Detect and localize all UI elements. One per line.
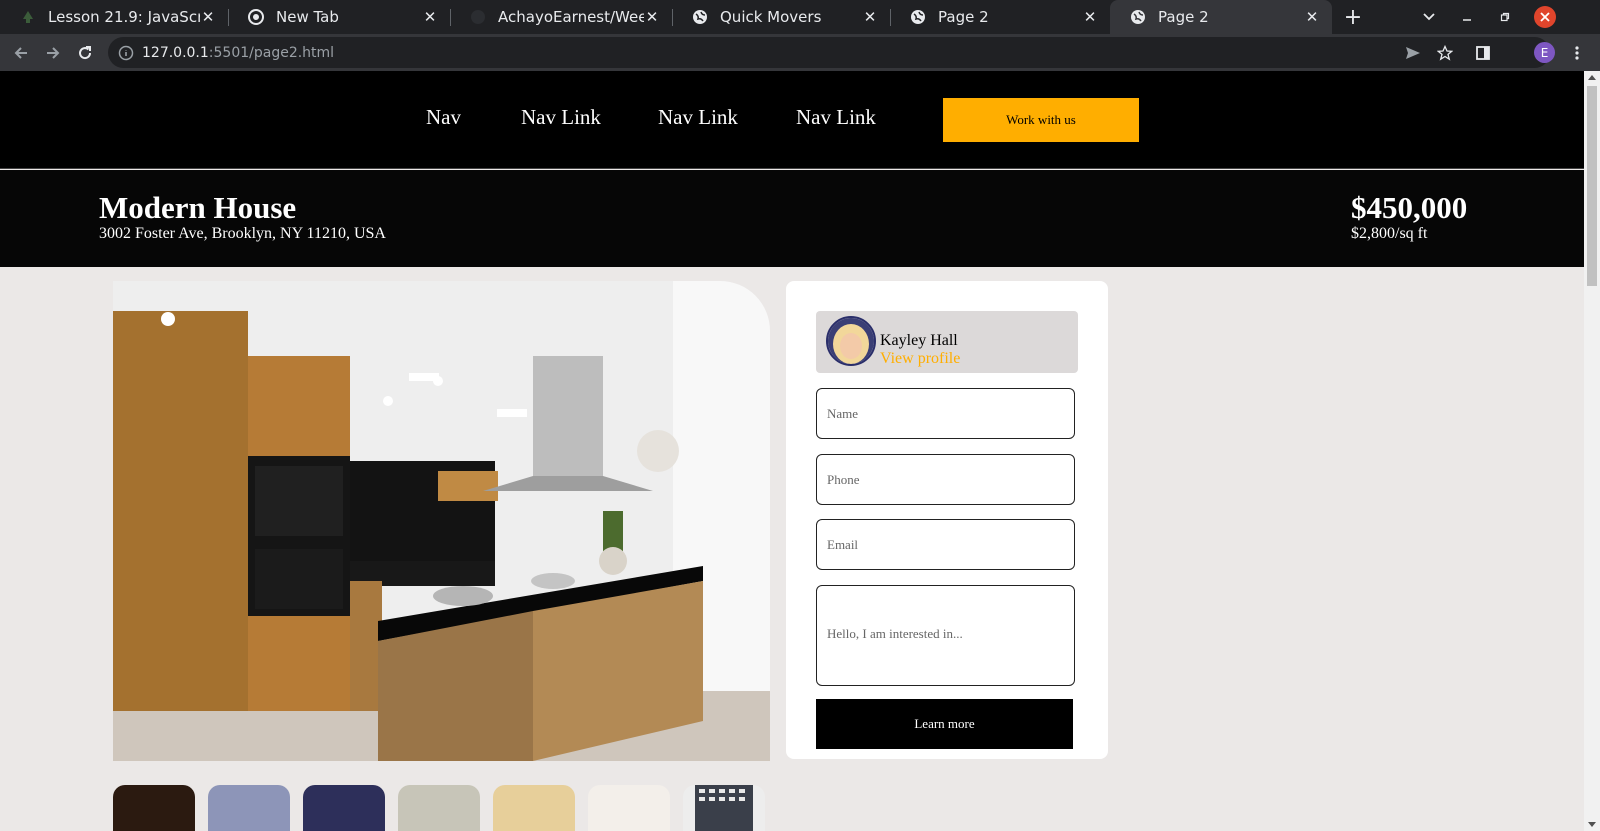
listing-header: Modern House 3002 Foster Ave, Brooklyn, … bbox=[0, 170, 1584, 267]
agent-avatar[interactable] bbox=[826, 316, 876, 366]
tab-search-chevron-icon[interactable] bbox=[1410, 0, 1448, 34]
page-scrollbar[interactable] bbox=[1584, 71, 1600, 831]
kitchen-photo-illustration bbox=[113, 281, 770, 761]
gallery-thumbnail[interactable] bbox=[208, 785, 290, 831]
tree-favicon-icon bbox=[20, 9, 36, 25]
gallery-thumbnail[interactable] bbox=[588, 785, 670, 831]
new-tab-plus-icon[interactable]: + bbox=[1334, 0, 1372, 34]
browser-tab-new-tab[interactable]: New Tab ✕ bbox=[228, 0, 450, 34]
page-viewport: Nav Nav Link Nav Link Nav Link Work with… bbox=[0, 71, 1584, 831]
kebab-menu-icon[interactable] bbox=[1562, 38, 1592, 68]
browser-tab-page2[interactable]: Page 2 ✕ bbox=[890, 0, 1110, 34]
nav-link[interactable]: Nav Link bbox=[796, 105, 876, 130]
email-field[interactable] bbox=[816, 519, 1075, 570]
scrollbar-thumb[interactable] bbox=[1587, 86, 1597, 286]
gallery-thumbnail[interactable] bbox=[398, 785, 480, 831]
view-profile-link[interactable]: View profile bbox=[880, 350, 960, 368]
gallery-thumbnail[interactable] bbox=[683, 785, 765, 831]
price-per-sqft: $2,800/sq ft bbox=[1351, 225, 1428, 242]
tab-title: Lesson 21.9: JavaScript bbox=[48, 8, 200, 26]
url-host: 127.0.0.1 bbox=[142, 44, 209, 61]
minimize-icon[interactable] bbox=[1448, 0, 1486, 34]
listing-address: 3002 Foster Ave, Brooklyn, NY 11210, USA bbox=[99, 225, 386, 242]
gallery-thumbnail[interactable] bbox=[493, 785, 575, 831]
tab-title: Page 2 bbox=[938, 8, 989, 26]
chrome-icon bbox=[248, 9, 264, 25]
url-text: 127.0.0.1:5501/page2.html bbox=[142, 45, 334, 61]
site-info-icon[interactable] bbox=[118, 45, 134, 61]
message-field[interactable] bbox=[816, 585, 1075, 686]
restore-icon[interactable] bbox=[1486, 0, 1524, 34]
nav-link[interactable]: Nav Link bbox=[658, 105, 738, 130]
send-icon[interactable] bbox=[1398, 38, 1428, 68]
close-icon[interactable]: ✕ bbox=[422, 8, 438, 26]
agent-name: Kayley Hall bbox=[880, 332, 958, 349]
browser-tab-quick-movers[interactable]: Quick Movers ✕ bbox=[672, 0, 890, 34]
gallery-thumbnail[interactable] bbox=[113, 785, 195, 831]
close-icon[interactable]: ✕ bbox=[862, 8, 878, 26]
url-path: :5501/page2.html bbox=[208, 44, 335, 61]
listing-title: Modern House bbox=[99, 190, 297, 225]
bookmark-star-icon[interactable] bbox=[1430, 38, 1460, 68]
globe-icon bbox=[692, 9, 708, 25]
browser-tab-lesson[interactable]: Lesson 21.9: JavaScript ✕ bbox=[0, 0, 228, 34]
phone-field[interactable] bbox=[816, 454, 1075, 505]
nav-link[interactable]: Nav Link bbox=[521, 105, 601, 130]
contact-agent-card: Kayley Hall View profile Learn more bbox=[786, 281, 1108, 759]
tab-title: AchayoEarnest/Week-2 bbox=[498, 8, 644, 26]
browser-toolbar: 127.0.0.1:5501/page2.html E bbox=[0, 34, 1600, 71]
close-window-icon[interactable] bbox=[1526, 0, 1564, 34]
close-icon[interactable]: ✕ bbox=[1304, 8, 1320, 26]
agent-summary: Kayley Hall View profile bbox=[816, 311, 1078, 373]
gallery-thumbnail[interactable] bbox=[303, 785, 385, 831]
browser-tab-page2-active[interactable]: Page 2 ✕ bbox=[1110, 0, 1332, 34]
close-icon[interactable]: ✕ bbox=[1082, 8, 1098, 26]
tab-title: New Tab bbox=[276, 8, 339, 26]
github-icon bbox=[470, 9, 486, 25]
globe-icon bbox=[910, 9, 926, 25]
reload-icon[interactable] bbox=[70, 38, 100, 68]
site-navbar: Nav Nav Link Nav Link Nav Link Work with… bbox=[0, 71, 1584, 169]
tab-title: Quick Movers bbox=[720, 8, 822, 26]
forward-arrow-icon[interactable] bbox=[38, 38, 68, 68]
nav-link[interactable]: Nav bbox=[426, 105, 461, 130]
close-icon[interactable]: ✕ bbox=[200, 8, 216, 26]
tab-title: Page 2 bbox=[1158, 8, 1209, 26]
scroll-down-arrow-icon[interactable] bbox=[1588, 822, 1596, 827]
globe-icon bbox=[1130, 9, 1146, 25]
close-icon[interactable]: ✕ bbox=[644, 8, 660, 26]
work-with-us-button[interactable]: Work with us bbox=[943, 98, 1139, 142]
scroll-up-arrow-icon[interactable] bbox=[1588, 75, 1596, 80]
browser-tab-strip: Lesson 21.9: JavaScript ✕ New Tab ✕ Acha… bbox=[0, 0, 1600, 34]
address-bar[interactable]: 127.0.0.1:5501/page2.html bbox=[108, 37, 1550, 68]
profile-avatar[interactable]: E bbox=[1534, 42, 1555, 63]
browser-tab-github[interactable]: AchayoEarnest/Week-2 ✕ bbox=[450, 0, 672, 34]
listing-price: $450,000 bbox=[1351, 190, 1468, 225]
side-panel-icon[interactable] bbox=[1468, 38, 1498, 68]
name-field[interactable] bbox=[816, 388, 1075, 439]
learn-more-button[interactable]: Learn more bbox=[816, 699, 1073, 749]
back-arrow-icon[interactable] bbox=[6, 38, 36, 68]
listing-main-photo[interactable] bbox=[113, 281, 770, 761]
